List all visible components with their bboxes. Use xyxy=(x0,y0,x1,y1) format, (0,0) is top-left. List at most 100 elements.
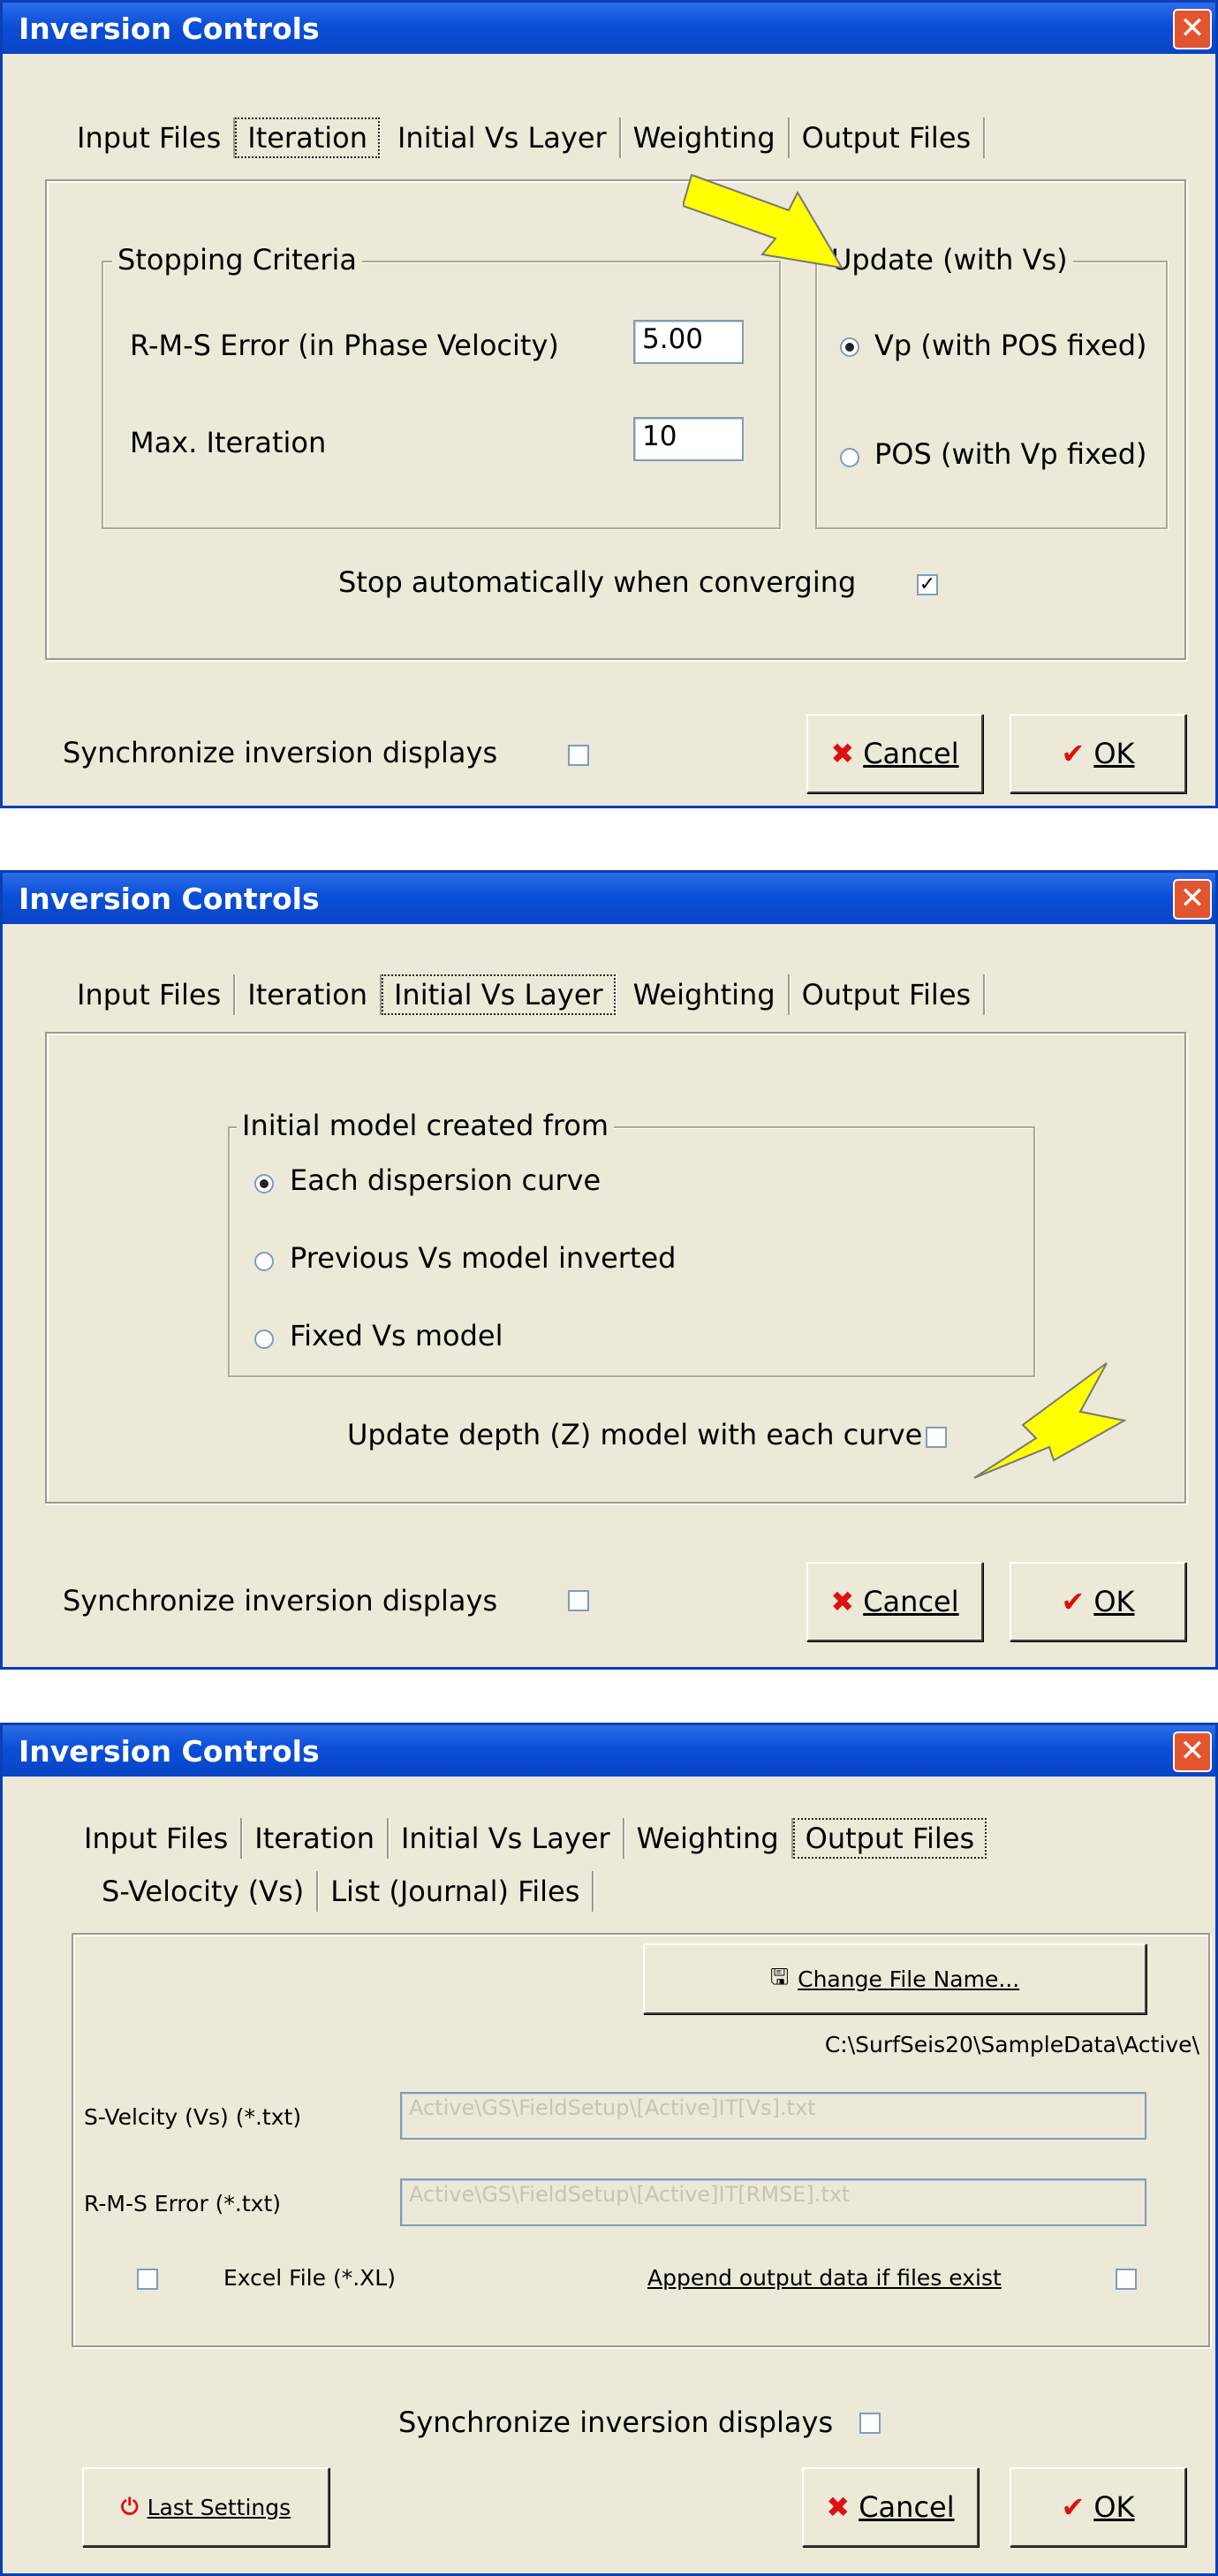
close-icon[interactable]: ✕ xyxy=(1173,9,1212,49)
stopping-criteria-legend: Stopping Criteria xyxy=(112,243,362,277)
subtab-s-velocity[interactable]: S-Velocity (Vs) xyxy=(89,1871,319,1912)
change-file-name-label: Change File Name... xyxy=(798,1966,1020,1992)
title-bar: Inversion Controls ✕ xyxy=(3,1725,1215,1777)
excel-checkbox[interactable] xyxy=(137,2269,158,2290)
update-depth-label: Update depth (Z) model with each curve xyxy=(347,1418,923,1451)
tab-weighting[interactable]: Weighting xyxy=(621,974,790,1015)
append-label: Append output data if files exist xyxy=(647,2265,1002,2291)
cancel-label: Cancel xyxy=(859,2490,955,2524)
fixed-model-label[interactable]: Fixed Vs model xyxy=(290,1319,503,1352)
excel-label: Excel File (*.XL) xyxy=(223,2265,396,2291)
arrow-pointer-icon xyxy=(973,1362,1127,1479)
subtab-strip: S-Velocity (Vs) List (Journal) Files xyxy=(89,1871,594,1912)
sync-checkbox[interactable] xyxy=(568,745,589,766)
dialog-output-files: Inversion Controls ✕ Input Files Iterati… xyxy=(0,1723,1218,2576)
stop-auto-checkbox[interactable]: ✓ xyxy=(917,574,938,595)
sync-checkbox[interactable] xyxy=(859,2413,881,2434)
update-legend: Update (with Vs) xyxy=(826,243,1073,277)
ok-check-icon: ✔ xyxy=(1061,737,1086,770)
change-file-name-button[interactable]: 🖫 Change File Name... xyxy=(643,1943,1146,2014)
window-title: Inversion Controls xyxy=(19,1733,320,1769)
ok-button[interactable]: ✔ OK xyxy=(1010,2467,1186,2547)
sync-checkbox[interactable] xyxy=(568,1590,589,1611)
tab-iteration[interactable]: Iteration xyxy=(242,1818,389,1859)
cancel-label: Cancel xyxy=(863,1585,959,1618)
ok-label: OK xyxy=(1093,1585,1135,1618)
sync-label: Synchronize inversion displays xyxy=(63,736,498,769)
rms-label: R-M-S Error (in Phase Velocity) xyxy=(130,329,559,362)
tab-strip: Input Files Iteration Initial Vs Layer W… xyxy=(72,1818,992,1859)
stopping-criteria-group: Stopping Criteria R-M-S Error (in Phase … xyxy=(102,243,781,529)
close-icon[interactable]: ✕ xyxy=(1173,1731,1212,1772)
tab-iteration[interactable]: Iteration xyxy=(235,974,382,1015)
rms-input[interactable]: 5.00 xyxy=(633,320,744,364)
tab-input-files[interactable]: Input Files xyxy=(72,1818,243,1859)
tab-input-files[interactable]: Input Files xyxy=(64,117,236,158)
max-iteration-label: Max. Iteration xyxy=(130,426,327,459)
close-icon[interactable]: ✕ xyxy=(1173,879,1212,920)
vp-radio[interactable] xyxy=(840,337,859,357)
tab-iteration[interactable]: Iteration xyxy=(235,117,380,158)
tab-strip: Input Files Iteration Initial Vs Layer W… xyxy=(64,974,986,1015)
ok-button[interactable]: ✔ OK xyxy=(1010,1562,1186,1641)
tab-initial-vs-layer[interactable]: Initial Vs Layer xyxy=(385,117,621,158)
stop-auto-label: Stop automatically when converging xyxy=(338,565,857,599)
tab-initial-vs-layer[interactable]: Initial Vs Layer xyxy=(381,974,616,1015)
each-curve-label[interactable]: Each dispersion curve xyxy=(290,1163,601,1197)
update-group: Update (with Vs) Vp (with POS fixed) POS… xyxy=(815,243,1168,529)
window-title: Inversion Controls xyxy=(19,11,320,46)
dialog-initial-vs-layer: Inversion Controls ✕ Input Files Iterati… xyxy=(0,870,1218,1670)
output-path: C:\SurfSeis20\SampleData\Active\ xyxy=(824,2032,1199,2057)
tab-weighting[interactable]: Weighting xyxy=(624,1818,793,1859)
ok-check-icon: ✔ xyxy=(1061,1585,1086,1618)
tab-input-files[interactable]: Input Files xyxy=(64,974,236,1015)
title-bar: Inversion Controls ✕ xyxy=(3,873,1215,924)
last-settings-label: Last Settings xyxy=(147,2494,291,2520)
tab-output-files[interactable]: Output Files xyxy=(790,117,986,158)
last-settings-icon: ⏻ xyxy=(120,2494,139,2519)
ok-check-icon: ✔ xyxy=(1061,2490,1086,2524)
cancel-x-icon: ✖ xyxy=(830,1585,855,1618)
sync-label: Synchronize inversion displays xyxy=(63,1584,498,1618)
cancel-button[interactable]: ✖ Cancel xyxy=(802,2467,979,2547)
ok-button[interactable]: ✔ OK xyxy=(1010,714,1186,793)
title-bar: Inversion Controls ✕ xyxy=(3,3,1215,54)
cancel-button[interactable]: ✖ Cancel xyxy=(806,714,983,793)
ok-label: OK xyxy=(1093,737,1135,770)
each-curve-radio[interactable] xyxy=(254,1174,274,1193)
fixed-model-radio[interactable] xyxy=(254,1330,274,1349)
cancel-x-icon: ✖ xyxy=(830,737,855,770)
save-file-icon: 🖫 xyxy=(769,1963,790,1989)
append-checkbox[interactable] xyxy=(1116,2269,1137,2290)
tab-output-files[interactable]: Output Files xyxy=(790,974,986,1015)
update-depth-checkbox[interactable] xyxy=(926,1427,947,1448)
initial-model-legend: Initial model created from xyxy=(237,1109,615,1142)
cancel-label: Cancel xyxy=(863,737,959,770)
pos-option-label[interactable]: POS (with Vp fixed) xyxy=(874,437,1146,471)
sync-label: Synchronize inversion displays xyxy=(398,2406,834,2439)
cancel-button[interactable]: ✖ Cancel xyxy=(806,1562,983,1641)
subtab-list-files[interactable]: List (Journal) Files xyxy=(318,1871,594,1912)
rms-file-field: Active\GS\FieldSetup\[Active]IT[RMSE].tx… xyxy=(400,2178,1146,2226)
vp-option-label[interactable]: Vp (with POS fixed) xyxy=(874,329,1146,362)
ok-label: OK xyxy=(1093,2490,1135,2524)
previous-model-label[interactable]: Previous Vs model inverted xyxy=(290,1241,676,1275)
s-velocity-file-field: Active\GS\FieldSetup\[Active]IT[Vs].txt xyxy=(400,2092,1146,2140)
last-settings-button[interactable]: ⏻ Last Settings xyxy=(82,2467,329,2547)
pos-radio[interactable] xyxy=(840,448,859,467)
tab-initial-vs-layer[interactable]: Initial Vs Layer xyxy=(389,1818,624,1859)
tab-strip: Input Files Iteration Initial Vs Layer W… xyxy=(64,117,986,158)
dialog-iteration: Inversion Controls ✕ Input Files Iterati… xyxy=(0,0,1218,808)
initial-model-group: Initial model created from Each dispersi… xyxy=(228,1109,1035,1377)
cancel-x-icon: ✖ xyxy=(826,2490,851,2524)
max-iteration-input[interactable]: 10 xyxy=(633,417,744,461)
tab-weighting[interactable]: Weighting xyxy=(621,117,790,158)
arrow-pointer-icon xyxy=(683,173,844,269)
previous-model-radio[interactable] xyxy=(254,1252,274,1271)
rms-file-label: R-M-S Error (*.txt) xyxy=(84,2191,282,2216)
tab-output-files[interactable]: Output Files xyxy=(792,1818,987,1859)
tab-panel: Stopping Criteria R-M-S Error (in Phase … xyxy=(45,179,1186,660)
s-velocity-file-label: S-Velcity (Vs) (*.txt) xyxy=(84,2104,302,2130)
window-title: Inversion Controls xyxy=(19,881,320,916)
tab-panel: 🖫 Change File Name... C:\SurfSeis20\Samp… xyxy=(72,1933,1210,2347)
